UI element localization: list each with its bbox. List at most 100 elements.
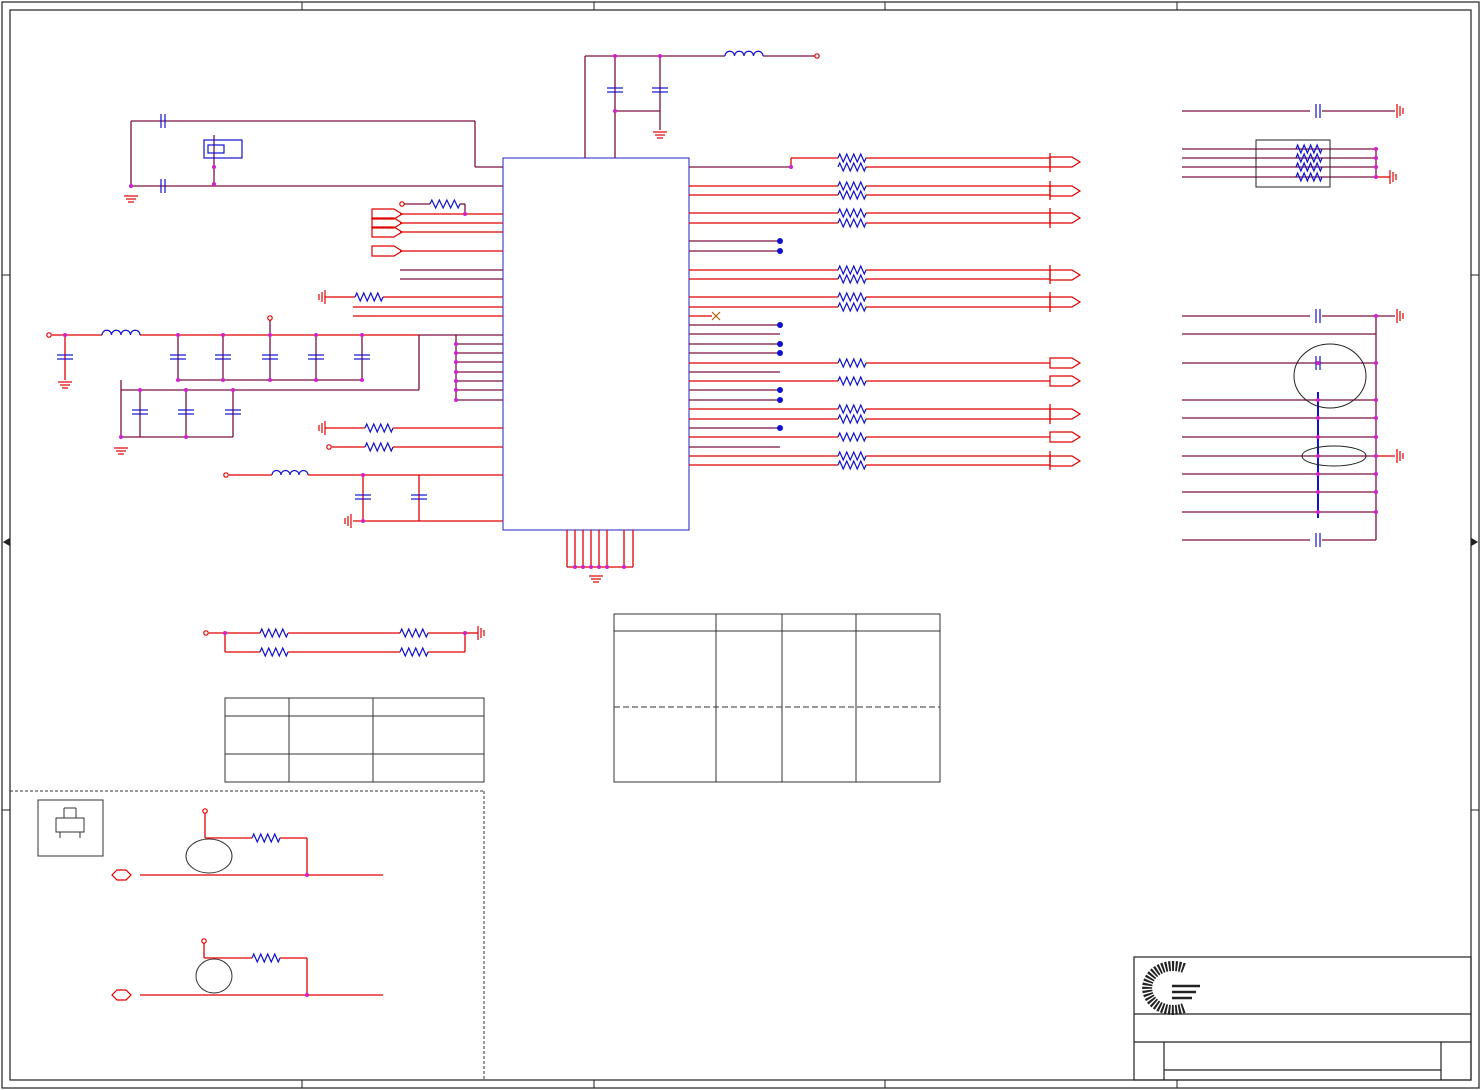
junction-dot [129,184,133,188]
junction-dot [777,322,783,328]
junction-dot [305,873,309,877]
resistor-icon [837,431,867,443]
config-table-center [613,613,941,783]
junction-dot [212,165,216,169]
resistor-icon [364,422,394,434]
junction-dot [454,370,458,374]
off-page-connector-icon [1049,375,1082,387]
power-port [223,472,229,478]
junction-dot [176,378,180,382]
resistor-icon [364,441,394,453]
resistor-icon [251,832,281,844]
crystal-icon [203,139,243,159]
junction-dot [605,565,609,569]
junction-dot [777,341,783,347]
ground-symbol-icon [1396,449,1404,463]
junction-dot [1374,435,1378,439]
junction-dot [1374,490,1378,494]
highlight-marks [1255,139,1367,467]
inductor-icon [724,50,764,57]
resistor-icon [837,413,867,425]
inductor-icon [271,469,309,476]
junction-dot [184,435,188,439]
resistor-icon [837,207,867,219]
junction-dot [314,378,318,382]
ground-symbol-icon [653,131,667,139]
resistor-icon [354,291,384,303]
power-port [46,332,52,338]
company-logo [1142,961,1200,1015]
junction-dot [597,565,601,569]
junction-dot [777,248,783,254]
junction-dot [581,565,585,569]
resistor-icon [399,627,429,639]
off-page-connector-icon [1049,455,1082,467]
junction-dot [1316,416,1320,420]
junction-dot [63,333,67,337]
resistor-icon [837,301,867,313]
junction-dot [138,388,142,392]
resistor-icon [837,189,867,201]
crystal-icon [207,144,225,154]
power-port [202,808,208,814]
junction-dot [1374,472,1378,476]
junction-dot [463,212,467,216]
power-port [203,630,209,636]
junction-dot [1374,361,1378,365]
title-block [1133,956,1472,1081]
schematic-sheet [1,1,1480,1089]
power-port [326,444,332,450]
junction-dot [1374,147,1378,151]
junction-dot [176,333,180,337]
junction-dot [119,435,123,439]
junction-dot [789,165,793,169]
ground-symbol-icon [344,514,352,528]
junction-dot [613,109,617,113]
junction-dot [454,351,458,355]
junction-dot [1374,416,1378,420]
resistor-icon [837,375,867,387]
junction-dot [454,360,458,364]
resistor-icon [259,627,289,639]
junction-dot [622,565,626,569]
resistor-icon [837,264,867,276]
off-page-connector-icon [1049,431,1082,443]
junction-dot [1316,398,1320,402]
resistor-icon [837,291,867,303]
off-page-connector-icon [1049,357,1082,369]
power-port [267,315,273,321]
ground-symbol-icon [318,421,326,435]
ground-symbol-icon [589,575,603,583]
junction-dot [1316,510,1320,514]
junction-dot [184,388,188,392]
junction-dot [1374,175,1378,179]
junction-dot [454,342,458,346]
junction-dot [454,398,458,402]
junction-dot [777,350,783,356]
junction-dot [360,378,364,382]
junction-dot [777,238,783,244]
junction-dot [268,378,272,382]
resistor-icon [837,180,867,192]
ground-symbol-icon [1396,309,1404,323]
resistor-icon [837,403,867,415]
junction-dot [454,388,458,392]
resistor-icon [251,952,281,964]
junction-dot [589,565,593,569]
junction-dot [1374,165,1378,169]
junction-dot [613,54,617,58]
ground-symbol-icon [124,195,138,203]
off-page-connector-icon [1049,212,1082,224]
junction-dot [360,333,364,337]
junction-dot [1374,156,1378,160]
resistor-icon [429,198,461,210]
off-page-connector-icon [111,989,132,1001]
ground-symbol-icon [477,626,485,640]
junction-dot [1374,398,1378,402]
ground-symbol-icon [58,381,72,389]
junction-dot [463,631,467,635]
junction-dot [268,333,272,337]
junction-dot [231,388,235,392]
junction-dot [777,397,783,403]
junction-dot [212,182,216,186]
